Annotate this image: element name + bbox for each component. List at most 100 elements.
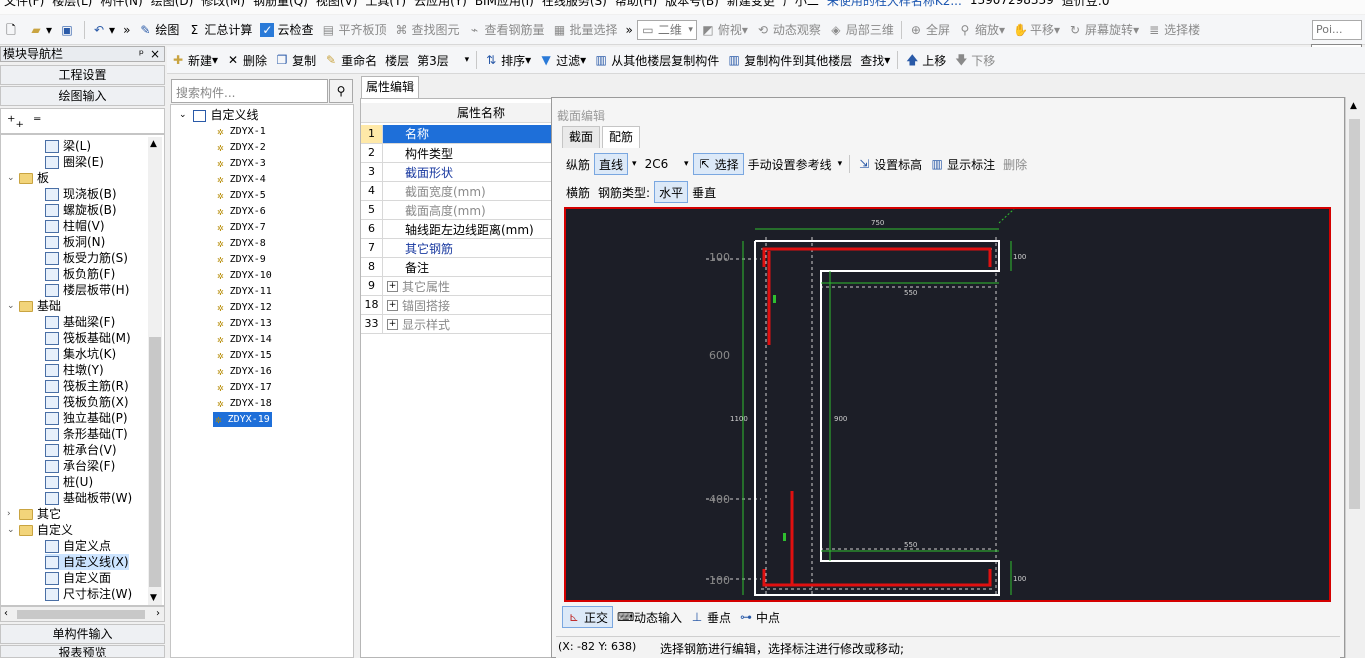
sum-calc-button[interactable]: Σ 汇总计算 bbox=[183, 19, 256, 41]
property-row[interactable]: 4 截面宽度(mm) bbox=[361, 182, 553, 201]
nav-tree-item[interactable]: 自定义线(X) bbox=[45, 554, 129, 570]
dim-right-bottom[interactable]: 100 bbox=[1013, 575, 1026, 583]
component-item[interactable]: ✲ ZDYX-2 bbox=[215, 140, 268, 155]
property-row[interactable]: 1 名称 bbox=[361, 125, 553, 144]
nav-tree-item[interactable]: 桩(U) bbox=[45, 474, 93, 490]
property-row[interactable]: 9 + 其它属性 bbox=[361, 277, 553, 296]
draw-button[interactable]: ✎ 绘图 bbox=[134, 19, 183, 41]
nav-tree-item[interactable]: ⌄ 自定义 bbox=[7, 522, 73, 538]
menu-view[interactable]: 视图(V) bbox=[312, 0, 362, 9]
horizontal-button[interactable]: 水平 bbox=[654, 181, 689, 203]
rotate-button[interactable]: ↻ 屏幕旋转 ▾ bbox=[1064, 19, 1143, 41]
flat-slab-button[interactable]: ▤ 平齐板顶 bbox=[317, 19, 390, 41]
nav-tree-item[interactable]: 自定义点 bbox=[45, 538, 111, 554]
chevron-down-icon[interactable]: ⌄ bbox=[7, 170, 17, 186]
dim-left-top[interactable]: 100 bbox=[709, 251, 730, 264]
select-floor-button[interactable]: ≣ 选择楼 bbox=[1143, 19, 1204, 41]
chevron-down-icon[interactable]: ⌄ bbox=[7, 298, 17, 314]
nav-tree-item[interactable]: 筏板负筋(X) bbox=[45, 394, 129, 410]
nav-tree-item[interactable]: 楼层板带(H) bbox=[45, 282, 129, 298]
batch-select-button[interactable]: ▦ 批量选择 bbox=[549, 19, 622, 41]
nav-tree-item[interactable]: › 其它 bbox=[7, 506, 61, 522]
component-item[interactable]: ✲ ZDYX-15 bbox=[215, 348, 274, 363]
toolbar-overflow-button-2[interactable]: » bbox=[622, 19, 637, 41]
zoom-button[interactable]: ⚲ 缩放 ▾ bbox=[954, 19, 1009, 41]
menu-assistant[interactable]: 广小二 bbox=[779, 0, 823, 9]
component-item[interactable]: ✲ ZDYX-19 bbox=[213, 412, 272, 427]
rename-button[interactable]: ✎ 重命名 bbox=[320, 49, 381, 71]
undo-button[interactable]: ↶ ▾ bbox=[88, 19, 119, 41]
copy-from-floor-button[interactable]: ▥ 从其他楼层复制构件 bbox=[590, 49, 723, 71]
component-item[interactable]: ✲ ZDYX-1 bbox=[215, 124, 268, 139]
menu-bim[interactable]: BIM应用(I) bbox=[471, 0, 538, 9]
component-search-input[interactable]: 搜索构件... bbox=[171, 79, 328, 103]
new-file-button[interactable]: 🗋 bbox=[0, 19, 25, 41]
component-root[interactable]: ⌄ 自定义线 bbox=[179, 108, 259, 123]
component-item[interactable]: ✲ ZDYX-11 bbox=[215, 284, 274, 299]
copy-component-button[interactable]: ❐ 复制 bbox=[271, 49, 320, 71]
rebar-top[interactable] bbox=[762, 247, 992, 267]
nav-tree-item[interactable]: 基础梁(F) bbox=[45, 314, 115, 330]
nav-tree-item[interactable]: 圈梁(E) bbox=[45, 154, 104, 170]
expand-icon[interactable]: + bbox=[387, 280, 398, 292]
property-row[interactable]: 6 轴线距左边线距离(mm) bbox=[361, 220, 553, 239]
nav-tree-item[interactable]: 集水坑(K) bbox=[45, 346, 116, 362]
property-row[interactable]: 5 截面高度(mm) bbox=[361, 201, 553, 220]
nav-tree-item[interactable]: 独立基础(P) bbox=[45, 410, 128, 426]
dynamic-view-button[interactable]: ⟲ 动态观察 bbox=[752, 19, 825, 41]
draw-input-button[interactable]: 绘图输入 bbox=[0, 86, 165, 106]
find-element-button[interactable]: ⌘ 查找图元 bbox=[390, 19, 463, 41]
menu-version[interactable]: 版本号(B) bbox=[661, 0, 723, 9]
menu-draw[interactable]: 绘图(D) bbox=[147, 0, 198, 9]
nav-tree-item[interactable]: ⌄ 基础 bbox=[7, 298, 61, 314]
move-down-button[interactable]: 🡇 下移 bbox=[950, 49, 999, 71]
move-up-button[interactable]: 🡅 上移 bbox=[901, 49, 950, 71]
line-mode-dropdown[interactable]: ▾ bbox=[628, 153, 641, 175]
menu-account[interactable]: 13907298339 bbox=[966, 0, 1058, 7]
menu-cloud[interactable]: 云应用(Y) bbox=[410, 0, 471, 9]
midpoint-button[interactable]: ⊶ 中点 bbox=[735, 606, 784, 628]
perpendicular-button[interactable]: ⊥ 垂点 bbox=[686, 606, 735, 628]
menu-floor[interactable]: 楼层(L) bbox=[48, 0, 96, 9]
manual-ref-button[interactable]: 手动设置参考线 ▾ bbox=[744, 153, 847, 175]
close-icon[interactable]: × bbox=[150, 47, 160, 61]
dim-right-top[interactable]: 100 bbox=[1013, 253, 1026, 261]
nav-tree-item[interactable]: 梁(L) bbox=[45, 138, 91, 154]
menu-tools[interactable]: 工具(T) bbox=[361, 0, 410, 9]
component-item[interactable]: ✲ ZDYX-10 bbox=[215, 268, 274, 283]
toolbar-overflow-button[interactable]: » bbox=[119, 19, 134, 41]
nav-tree-item[interactable]: 承台梁(F) bbox=[45, 458, 115, 474]
nav-tree-scrollbar[interactable]: ▲ ▼ bbox=[148, 137, 162, 605]
component-item[interactable]: ✲ ZDYX-16 bbox=[215, 364, 274, 379]
component-item[interactable]: ✲ ZDYX-4 bbox=[215, 172, 268, 187]
menu-new-change[interactable]: 新建变更 bbox=[723, 0, 779, 9]
view-rebar-button[interactable]: ⌁ 查看钢筋量 bbox=[463, 19, 548, 41]
search-icon[interactable]: ⚲ bbox=[329, 79, 353, 103]
nav-tree-item[interactable]: 板受力筋(S) bbox=[45, 250, 128, 266]
dim-left-mid-lower[interactable]: 400 bbox=[709, 493, 730, 506]
select-button[interactable]: ⇱ 选择 bbox=[692, 153, 744, 175]
component-item[interactable]: ✲ ZDYX-5 bbox=[215, 188, 268, 203]
poi-field[interactable]: Poi... bbox=[1312, 20, 1362, 40]
open-button[interactable]: ▰ ▾ bbox=[25, 19, 56, 41]
floor-select[interactable]: 第3层 ▾ bbox=[413, 49, 473, 71]
nav-tree-item[interactable]: 条形基础(T) bbox=[45, 426, 128, 442]
property-row[interactable]: 33 + 显示样式 bbox=[361, 315, 553, 334]
chevron-down-icon[interactable]: ⌄ bbox=[179, 108, 187, 123]
vertical-button[interactable]: 垂直 bbox=[688, 181, 720, 203]
scroll-thumb[interactable] bbox=[149, 337, 161, 587]
report-preview-button[interactable]: 报表预览 bbox=[0, 645, 165, 658]
component-item[interactable]: ✲ ZDYX-12 bbox=[215, 300, 274, 315]
line-mode-button[interactable]: 直线 bbox=[594, 153, 629, 175]
component-item[interactable]: ✲ ZDYX-6 bbox=[215, 204, 268, 219]
delete-rebar-button[interactable]: 删除 bbox=[999, 153, 1031, 175]
tab-section[interactable]: 截面 bbox=[562, 126, 601, 148]
nav-tree-item[interactable]: ⌄ 板 bbox=[7, 170, 49, 186]
rebars[interactable] bbox=[762, 247, 992, 587]
scroll-down-icon[interactable]: ▼ bbox=[150, 593, 157, 603]
sort-button[interactable]: ⇅ 排序 ▾ bbox=[480, 49, 535, 71]
menu-component[interactable]: 构件(N) bbox=[96, 0, 146, 9]
component-item[interactable]: ✲ ZDYX-18 bbox=[215, 396, 274, 411]
dim-top-width[interactable]: 750 bbox=[871, 219, 884, 227]
section-drawing[interactable]: 750 550 550 100 600 1100 400 100 900 100… bbox=[566, 208, 1329, 600]
